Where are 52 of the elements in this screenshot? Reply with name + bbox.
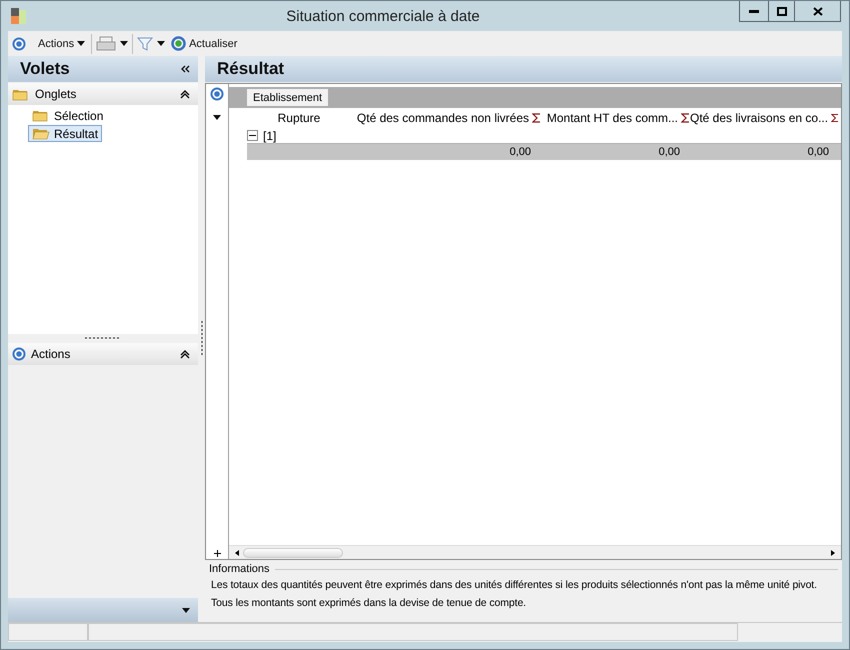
sum-icon[interactable] <box>831 113 839 123</box>
pane-title: Volets <box>20 59 70 79</box>
column-header[interactable]: Qté des commandes non livrées <box>356 111 529 125</box>
info-text: Les totaux des quantités peuvent être exprimés dans des unités différentes si les produits sélectionnés n'ont pas la même unité pivot. <box>210 578 818 593</box>
sum-icon[interactable] <box>681 113 690 123</box>
refresh-button[interactable]: Actualiser <box>169 36 240 51</box>
scroll-thumb[interactable] <box>243 548 343 558</box>
folder-icon <box>32 109 50 122</box>
minus-icon <box>249 135 256 136</box>
tree-item[interactable]: Résultat <box>28 125 102 142</box>
section-title: Onglets <box>35 87 78 101</box>
target-icon[interactable] <box>12 36 26 50</box>
caret-icon[interactable] <box>182 608 190 612</box>
target-icon[interactable] <box>210 87 224 101</box>
summary-cell-text: 0,00 <box>508 146 532 158</box>
column-header[interactable]: Montant HT des comm... <box>546 111 678 125</box>
caret-icon[interactable] <box>157 41 166 46</box>
section-header[interactable]: Onglets <box>8 83 198 105</box>
section-header[interactable]: Actions <box>8 343 198 365</box>
caret-icon <box>77 41 86 46</box>
minimize-icon <box>749 10 759 12</box>
sum-icon[interactable] <box>532 113 541 123</box>
section-title: Informations <box>209 563 270 575</box>
chevron-icon[interactable] <box>180 350 190 358</box>
collapse-toggle[interactable] <box>247 130 258 141</box>
actions-menu-button[interactable]: Actions <box>36 38 88 50</box>
summary-cell-text: 0,00 <box>658 146 681 158</box>
horizontal-scrollbar[interactable] <box>229 545 841 559</box>
pane-title: Résultat <box>217 59 284 79</box>
app-logo-icon <box>11 8 27 24</box>
folder-icon <box>32 127 50 140</box>
column-header[interactable]: Rupture <box>278 111 320 125</box>
section-title: Actions <box>31 347 72 361</box>
collapse-icon[interactable] <box>181 65 190 73</box>
summary-cell-text: 0,00 <box>806 146 830 158</box>
group-field-button[interactable]: Etablissement <box>247 89 328 106</box>
group-label: [1] <box>263 128 276 142</box>
folder-icon <box>12 88 30 100</box>
caret-icon[interactable] <box>120 41 128 46</box>
scroll-right-icon[interactable] <box>829 548 837 558</box>
target-icon <box>12 347 26 361</box>
refresh-icon <box>171 36 186 51</box>
column-header[interactable]: Qté des livraisons en co... <box>690 111 828 125</box>
close-icon <box>812 6 822 16</box>
info-text: Tous les montants sont exprimés dans la devise de tenue de compte. <box>210 596 527 611</box>
plus-icon[interactable] <box>214 550 220 557</box>
caret-icon[interactable] <box>213 115 221 120</box>
window-title: Situation commerciale à date <box>285 8 481 24</box>
chevron-icon[interactable] <box>180 90 190 98</box>
tree-item[interactable]: Sélection <box>28 107 108 124</box>
scroll-left-icon[interactable] <box>233 548 241 558</box>
maximize-icon <box>776 6 786 16</box>
